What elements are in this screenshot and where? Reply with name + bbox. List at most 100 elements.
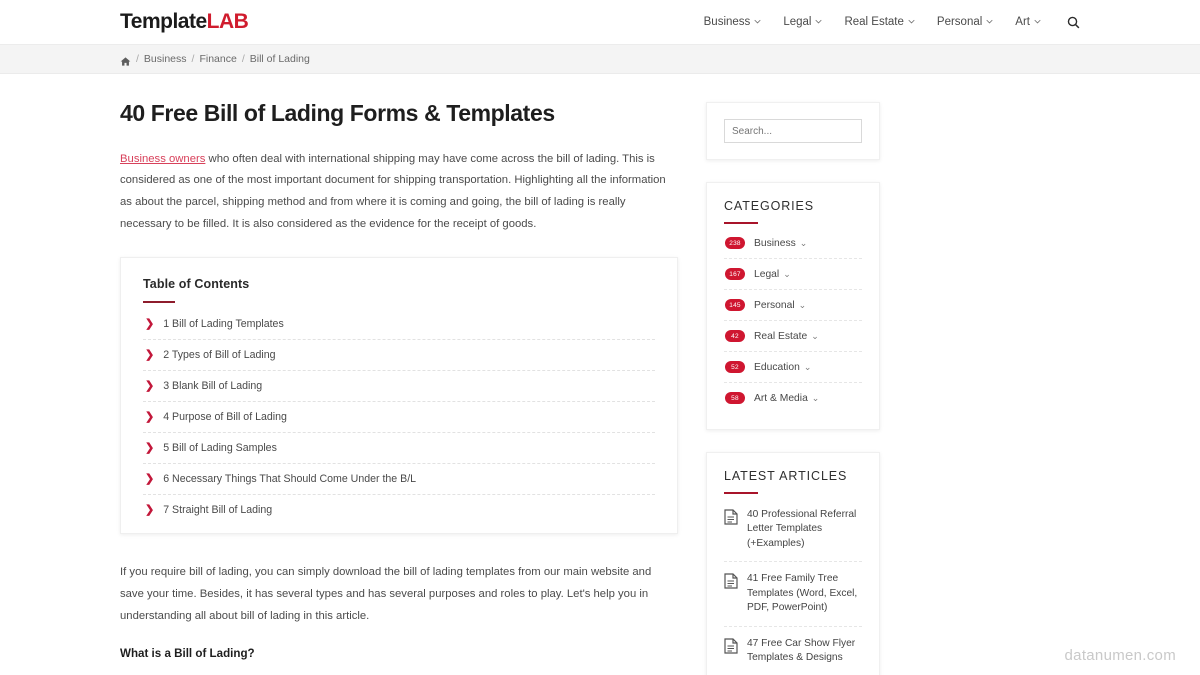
chevron-down-icon	[986, 18, 993, 25]
nav-label: Personal	[936, 16, 983, 28]
search-icon[interactable]	[1067, 16, 1080, 29]
category-count-badge: 42	[725, 330, 745, 342]
list-item[interactable]: 47 Free Car Show Flyer Templates & Desig…	[724, 627, 862, 675]
category-label: Education	[754, 361, 800, 373]
list-item[interactable]: 40 Professional Referral Letter Template…	[724, 498, 862, 563]
page-viewport: TemplateLAB Business Legal Real Estate P…	[0, 0, 1200, 675]
sidebar-item-real-estate[interactable]: 42 Real Estate ⌄	[724, 321, 862, 352]
category-label: Legal	[754, 268, 780, 280]
chevron-right-icon: ❯	[145, 379, 155, 392]
category-label: Business	[754, 237, 796, 249]
chevron-down-icon[interactable]: ⌄	[799, 300, 807, 311]
chevron-down-icon[interactable]: ⌄	[812, 393, 820, 404]
document-icon	[724, 638, 738, 654]
toc-item-label: 2 Types of Bill of Lading	[163, 349, 276, 362]
logo-template-text: Template	[120, 10, 207, 33]
article-content: 40 Free Bill of Lading Forms & Templates…	[120, 100, 678, 675]
table-of-contents: Table of Contents ❯ 1 Bill of Lading Temp…	[120, 257, 678, 535]
nav-item-business[interactable]: Business	[704, 16, 762, 28]
article-title: 47 Free Car Show Flyer Templates & Desig…	[747, 637, 856, 664]
latest-articles-heading: LATEST ARTICLES	[724, 469, 848, 483]
latest-articles-list: 40 Professional Referral Letter Template…	[724, 498, 862, 675]
latest-articles-widget: LATEST ARTICLES 40 Professional Referral…	[706, 452, 880, 675]
intro-paragraph: Business owners who often deal with inte…	[120, 149, 678, 236]
breadcrumb-item-current: Bill of Lading	[249, 53, 310, 65]
category-label-wrap: Business ⌄	[754, 238, 807, 249]
toc-item-label: 4 Purpose of Bill of Lading	[163, 411, 287, 424]
category-count-badge: 58	[725, 392, 745, 404]
breadcrumb-separator: /	[191, 53, 195, 65]
sidebar-item-education[interactable]: 52 Education ⌄	[724, 352, 862, 383]
page-title: 40 Free Bill of Lading Forms & Templates	[120, 100, 555, 126]
toc-item[interactable]: ❯ 1 Bill of Lading Templates	[143, 309, 655, 341]
chevron-right-icon: ❯	[145, 348, 155, 361]
toc-item[interactable]: ❯ 3 Blank Bill of Lading	[143, 371, 655, 403]
document-icon	[724, 573, 738, 590]
category-label-wrap: Education ⌄	[754, 362, 811, 373]
category-count-badge: 238	[725, 237, 745, 249]
chevron-down-icon[interactable]: ⌄	[811, 331, 819, 342]
toc-underline	[143, 301, 175, 304]
nav-label: Real Estate	[844, 16, 904, 28]
business-owners-link[interactable]: Business owners	[120, 153, 205, 165]
home-icon[interactable]	[120, 54, 131, 66]
chevron-right-icon: ❯	[145, 472, 155, 485]
article-title: 40 Professional Referral Letter Template…	[747, 509, 857, 549]
chevron-right-icon: ❯	[145, 410, 155, 423]
breadcrumb-separator: /	[241, 53, 245, 65]
breadcrumb-bar: / Business / Finance / Bill of Lading	[0, 45, 1200, 74]
site-header: TemplateLAB Business Legal Real Estate P…	[0, 0, 1200, 45]
search-widget	[706, 102, 880, 160]
toc-item[interactable]: ❯ 2 Types of Bill of Lading	[143, 340, 655, 372]
chevron-right-icon: ❯	[145, 503, 155, 516]
document-icon	[724, 509, 738, 525]
nav-label: Business	[703, 16, 751, 28]
chevron-right-icon: ❯	[145, 317, 155, 330]
breadcrumb-item-finance[interactable]: Finance	[199, 53, 236, 65]
chevron-down-icon[interactable]: ⌄	[800, 238, 808, 249]
nav-item-real-estate[interactable]: Real Estate	[844, 16, 915, 28]
category-label-wrap: Real Estate ⌄	[754, 331, 819, 342]
breadcrumb-item-business[interactable]: Business	[144, 53, 187, 65]
breadcrumb-separator: /	[136, 53, 139, 65]
nav-item-personal[interactable]: Personal	[937, 16, 993, 28]
main-navigation: Business Legal Real Estate Personal Art	[704, 16, 1080, 29]
toc-item[interactable]: ❯ 7 Straight Bill of Lading	[143, 495, 655, 525]
sidebar-item-personal[interactable]: 145 Personal ⌄	[724, 290, 862, 321]
breadcrumb: / Business / Finance / Bill of Lading	[120, 53, 1080, 66]
watermark: datanumen.com	[1064, 647, 1176, 664]
list-item[interactable]: 41 Free Family Tree Templates (Word, Exc…	[724, 562, 862, 627]
toc-heading: Table of Contents	[143, 277, 250, 292]
site-logo[interactable]: TemplateLAB	[120, 10, 249, 34]
chevron-down-icon	[815, 18, 823, 25]
toc-item[interactable]: ❯ 4 Purpose of Bill of Lading	[143, 402, 655, 434]
chevron-down-icon[interactable]: ⌄	[804, 362, 812, 373]
nav-label: Legal	[783, 16, 812, 28]
chevron-down-icon	[1034, 18, 1041, 25]
nav-label: Art	[1015, 16, 1030, 28]
article-title: 41 Free Family Tree Templates (Word, Exc…	[747, 573, 858, 614]
toc-item[interactable]: ❯ 5 Bill of Lading Samples	[143, 433, 655, 465]
chevron-down-icon[interactable]: ⌄	[783, 269, 791, 280]
sidebar-item-business[interactable]: 238 Business ⌄	[724, 228, 862, 259]
nav-item-legal[interactable]: Legal	[783, 16, 823, 28]
category-count-badge: 167	[725, 268, 745, 280]
category-label: Personal	[754, 299, 795, 311]
sidebar-item-art-media[interactable]: 58 Art & Media ⌄	[724, 383, 862, 413]
nav-item-art[interactable]: Art	[1015, 16, 1041, 28]
toc-item-label: 5 Bill of Lading Samples	[163, 442, 277, 455]
toc-list: ❯ 1 Bill of Lading Templates ❯ 2 Types of …	[143, 309, 655, 525]
category-count-badge: 52	[725, 361, 745, 373]
toc-item-label: 6 Necessary Things That Should Come Unde…	[163, 473, 417, 486]
category-label-wrap: Art & Media ⌄	[754, 393, 819, 404]
category-label: Art & Media	[754, 392, 808, 404]
logo-lab-text: LAB	[206, 10, 249, 33]
section-heading-what-is-bill-of-lading: What is a Bill of Lading?	[120, 647, 255, 661]
search-input[interactable]	[724, 119, 862, 143]
sidebar-item-legal[interactable]: 167 Legal ⌄	[724, 259, 862, 290]
toc-item[interactable]: ❯ 6 Necessary Things That Should Come Und…	[143, 464, 655, 496]
toc-item-label: 7 Straight Bill of Lading	[163, 504, 273, 517]
categories-widget: CATEGORIES 238 Business ⌄ 167 Legal ⌄ 145 …	[706, 182, 880, 430]
category-label: Real Estate	[754, 330, 808, 342]
categories-heading: CATEGORIES	[724, 199, 815, 213]
